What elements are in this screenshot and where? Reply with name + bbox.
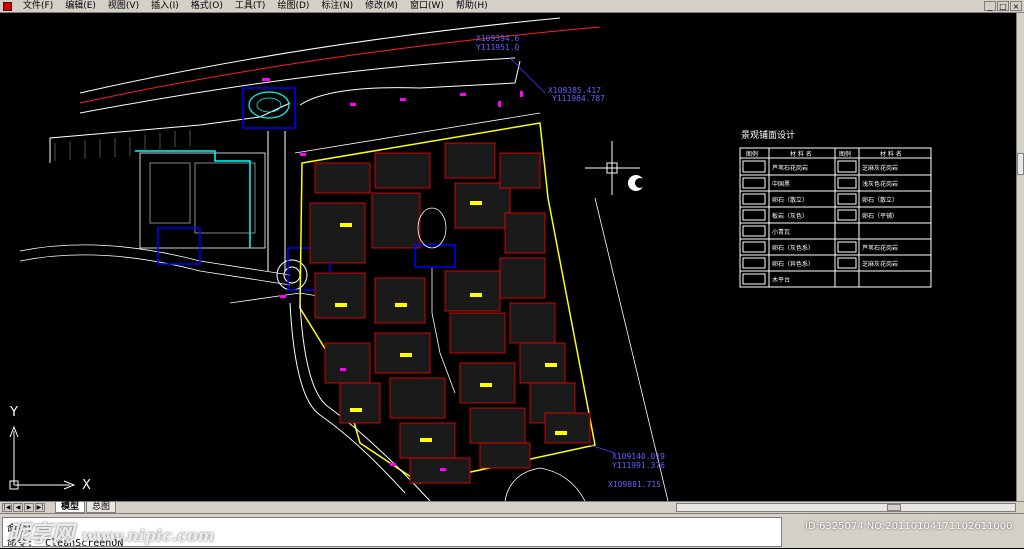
legend-cell: 卵石（异色系） <box>772 260 814 268</box>
coord-label-4: X109881.715 <box>608 480 661 489</box>
legend-cell: 芦苇石花岗岩 <box>772 164 808 172</box>
legend-cell: 芝麻灰花岗岩 <box>862 164 898 172</box>
tab-model[interactable]: 模型 <box>55 502 86 513</box>
tab-next-button[interactable]: ▶ <box>24 503 34 512</box>
coord-label-3-x: X109140.019 <box>612 452 665 461</box>
menu-file[interactable]: 文件(F) <box>17 0 59 13</box>
legend-header-2: 材 料 名 <box>790 150 812 158</box>
legend-cell: 卵石（平铺） <box>862 212 898 220</box>
legend-cell: 卵石（散立） <box>862 196 898 204</box>
coord-label-3-y: Y111991.376 <box>612 461 665 470</box>
watermark-text: 昵享网 <box>8 521 75 547</box>
drawing-canvas[interactable]: Y X X109394.6 Y111951.0 X109385.417 Y111… <box>0 13 1016 501</box>
restore-button[interactable]: □ <box>997 1 1009 11</box>
coord-label-1-x: X109394.6 <box>476 34 520 43</box>
tab-first-button[interactable]: |◀ <box>2 503 12 512</box>
west-block <box>19 150 331 304</box>
road-inner <box>79 57 516 114</box>
central-garden <box>414 244 456 268</box>
legend-header-3: 图例 <box>839 150 851 158</box>
legend-cell: 板岩（灰色） <box>772 212 808 220</box>
menu-draw[interactable]: 绘图(D) <box>271 0 315 13</box>
menu-insert[interactable]: 插入(I) <box>145 0 185 13</box>
close-button[interactable]: × <box>1010 1 1022 11</box>
ucs-y-label: Y <box>9 405 18 420</box>
legend-cell: 浅灰色花岗岩 <box>862 180 898 188</box>
legend-cell: 中国黑 <box>772 180 790 188</box>
menu-tools[interactable]: 工具(T) <box>229 0 272 13</box>
watermark-url: www.nipic.com <box>81 526 215 545</box>
tab-last-button[interactable]: ▶| <box>35 503 45 512</box>
tab-prev-button[interactable]: ◀ <box>13 503 23 512</box>
legend-cell: 卵石（灰色系） <box>772 244 814 252</box>
legend-cell: 芦苇石花岗岩 <box>862 244 898 252</box>
legend-table <box>739 147 932 288</box>
legend-header-1: 图例 <box>746 150 758 158</box>
window-controls: _ □ × <box>984 1 1024 11</box>
minimize-button[interactable]: _ <box>984 1 996 11</box>
menu-bar: 文件(F) 编辑(E) 视图(V) 插入(I) 格式(O) 工具(T) 绘图(D… <box>0 0 1024 13</box>
legend-header-4: 材 料 名 <box>880 150 902 158</box>
fountain-pool <box>242 87 296 129</box>
layout-tabs-bar: |◀ ◀ ▶ ▶| 模型 总图 <box>0 501 1024 513</box>
tab-layout[interactable]: 总图 <box>86 502 117 513</box>
menu-help[interactable]: 帮助(H) <box>450 0 494 13</box>
legend-title: 景观铺面设计 <box>741 129 795 141</box>
app-icon[interactable] <box>3 1 12 11</box>
site-plan-drawing: Y X X109394.6 Y111951.0 X109385.417 Y111… <box>9 17 932 501</box>
coord-label-2-y: Y111964.787 <box>552 94 605 103</box>
coord-label-1-y: Y111951.0 <box>476 43 520 52</box>
watermark: 昵享网 www.nipic.com <box>8 516 215 548</box>
legend-cell: 芝麻灰花岗岩 <box>862 260 898 268</box>
legend-cell: 卵石（散立） <box>772 196 808 204</box>
menu-format[interactable]: 格式(O) <box>185 0 229 13</box>
horizontal-scroll-thumb[interactable] <box>887 504 901 511</box>
legend-cell: 小青瓦 <box>772 228 790 236</box>
west-pool <box>157 227 201 265</box>
menu-modify[interactable]: 修改(M) <box>359 0 404 13</box>
menu-edit[interactable]: 编辑(E) <box>59 0 102 13</box>
menu-window[interactable]: 窗口(W) <box>404 0 450 13</box>
menu-dimension[interactable]: 标注(N) <box>315 0 359 13</box>
legend-cell: 木平台 <box>772 276 790 284</box>
ucs-x-label: X <box>82 478 91 493</box>
watermark-id: ID:6325074 NO:20110104171102611000 <box>805 521 1013 532</box>
vertical-scrollbar[interactable] <box>1016 13 1024 501</box>
vertical-scroll-thumb[interactable] <box>1017 153 1024 175</box>
ucs-icon <box>9 425 76 490</box>
menu-view[interactable]: 视图(V) <box>102 0 145 13</box>
horizontal-scrollbar[interactable] <box>676 503 1016 512</box>
road-outer <box>79 17 561 94</box>
